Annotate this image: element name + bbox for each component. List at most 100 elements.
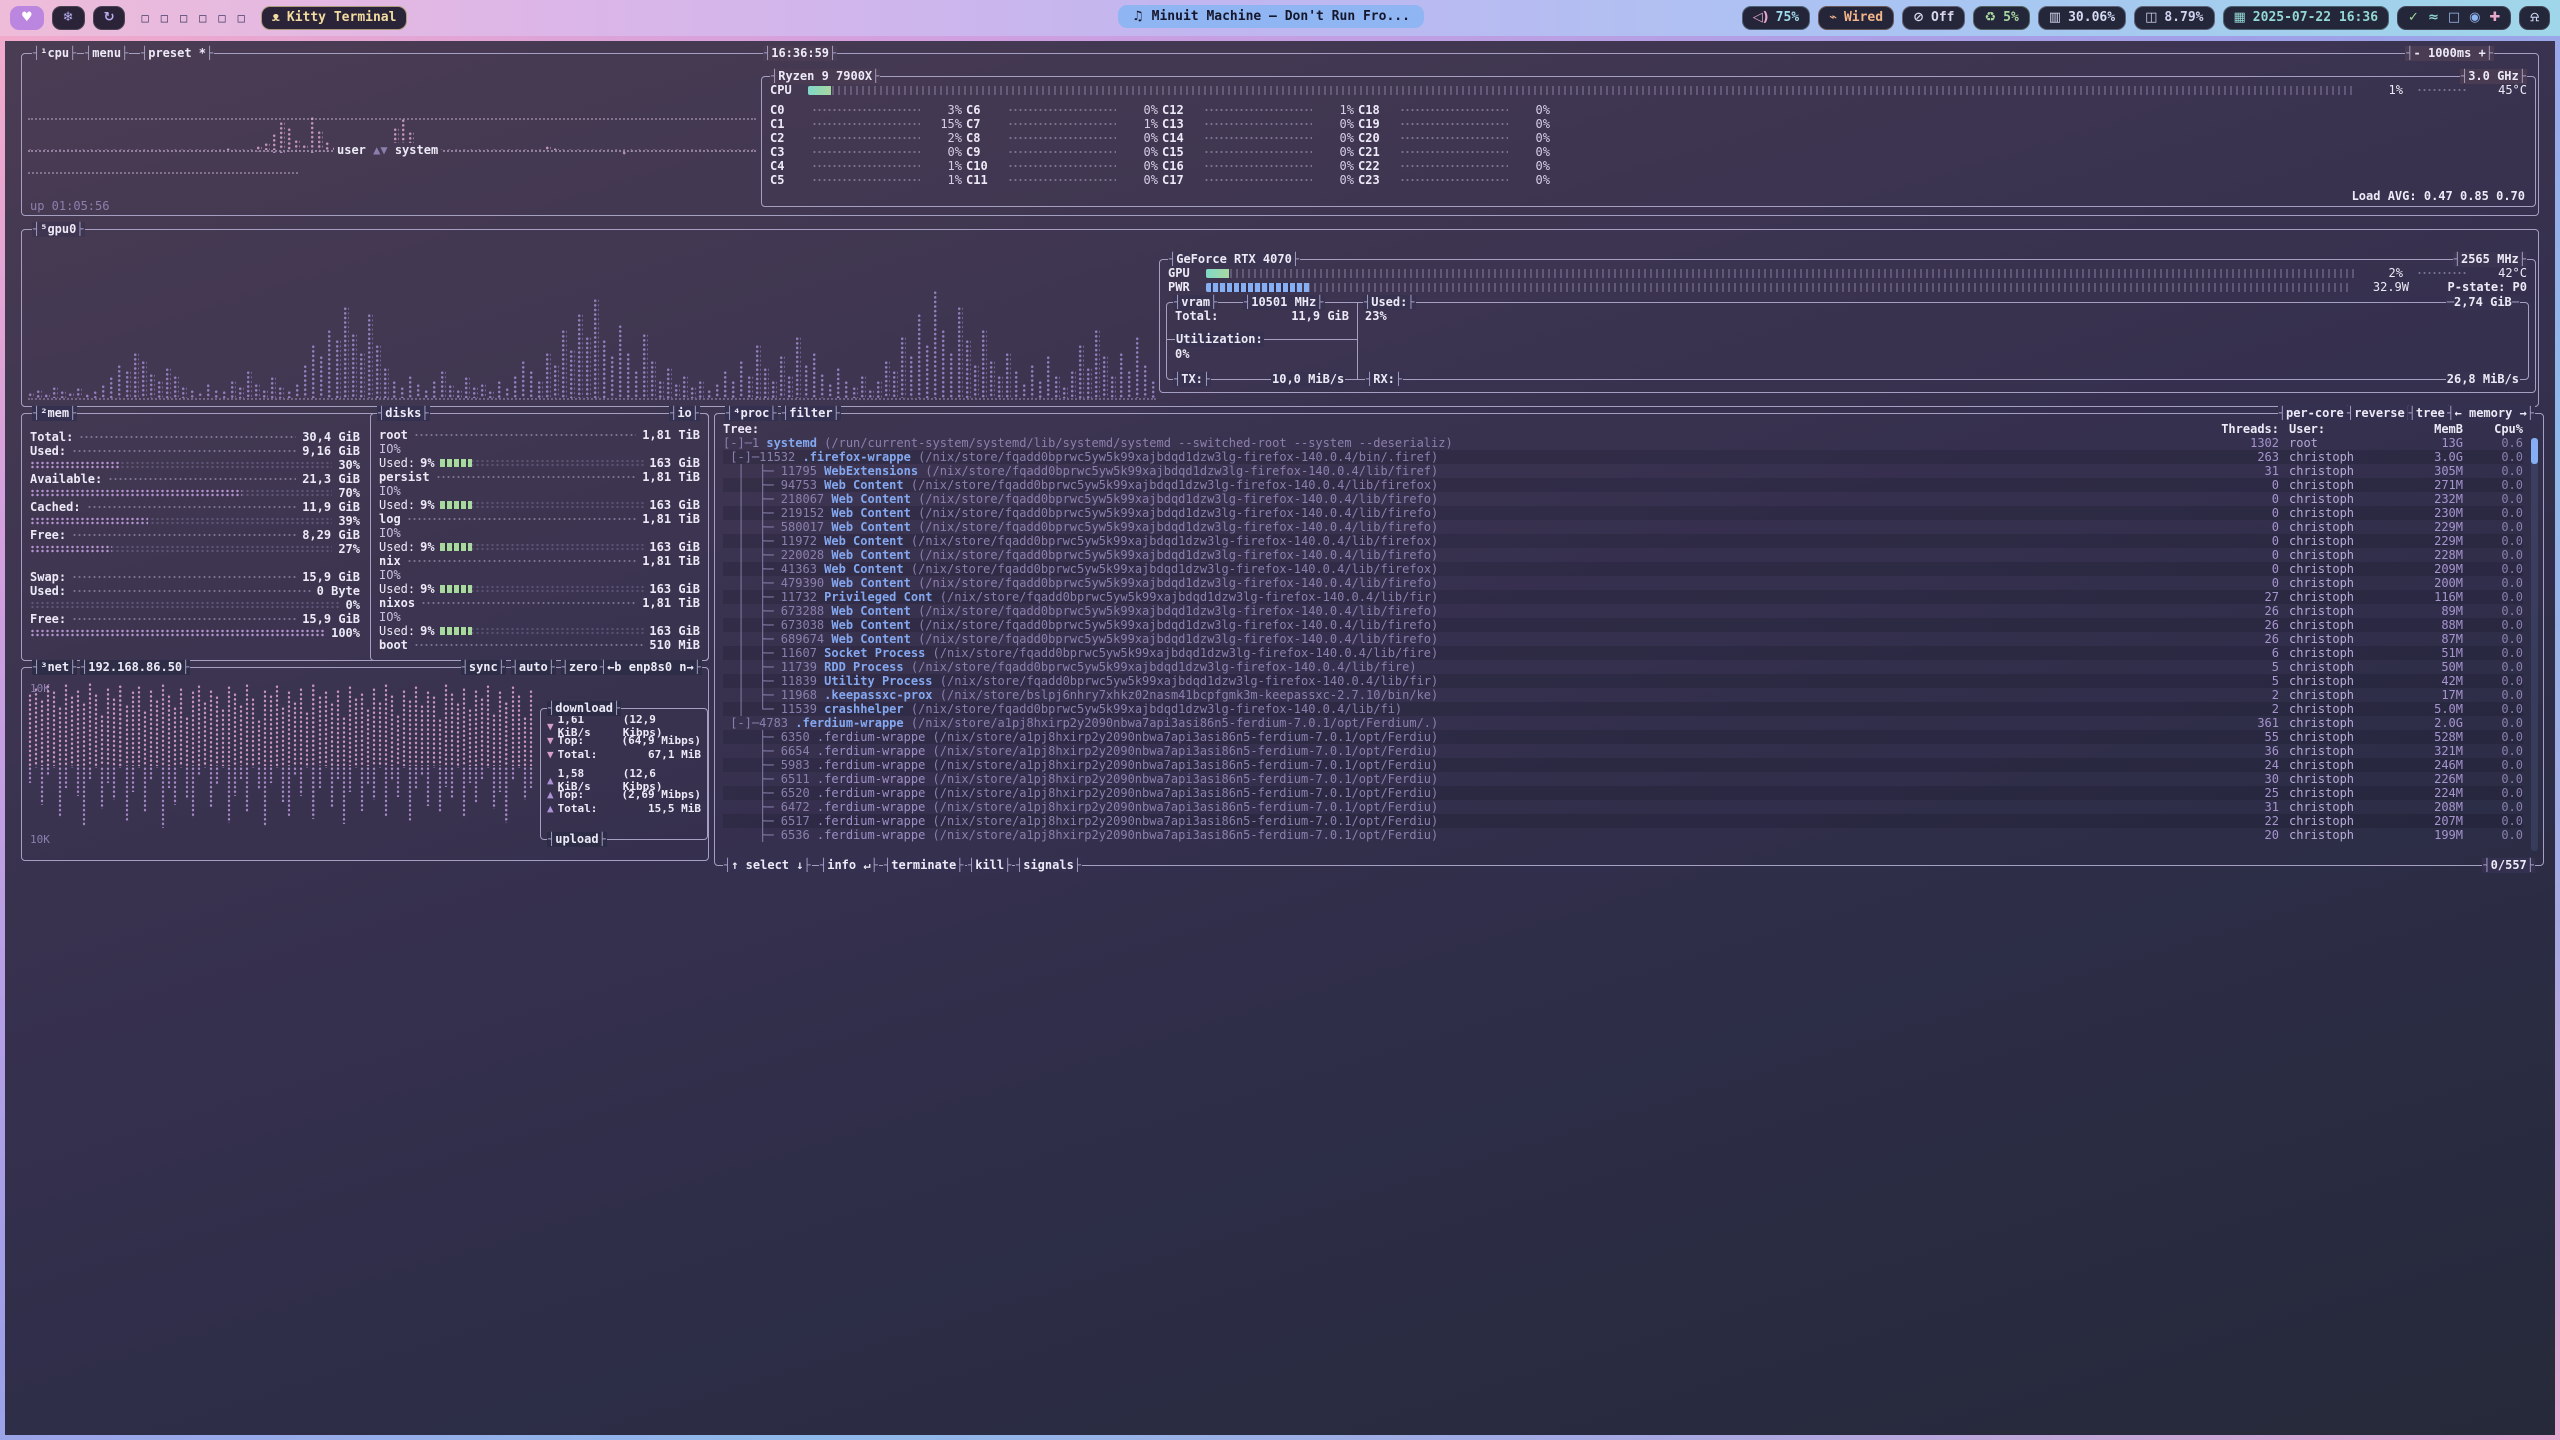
process-row[interactable]: │ ├─ 219152 Web Content (/nix/store/fqad… <box>723 506 2523 520</box>
active-window-button[interactable]: ᴥ Kitty Terminal <box>261 6 408 30</box>
graph-column <box>372 687 376 766</box>
col-memb[interactable]: MemB <box>2395 422 2463 436</box>
workspace-4-button[interactable]: □ <box>199 11 206 25</box>
module-network-wired[interactable]: ⌁Wired <box>1818 6 1894 30</box>
process-row[interactable]: ├─ 6520 .ferdium-wrappe (/nix/store/a1pj… <box>723 786 2523 800</box>
process-row[interactable]: ├─ 6472 .ferdium-wrappe (/nix/store/a1pj… <box>723 800 2523 814</box>
process-row[interactable]: │ ├─ 220028 Web Content (/nix/store/fqad… <box>723 548 2523 562</box>
process-row[interactable]: │ ├─ 11839 Utility Process (/nix/store/f… <box>723 674 2523 688</box>
filter-button[interactable]: ┤filter├ <box>781 406 841 421</box>
col-user[interactable]: User: <box>2289 422 2385 436</box>
graph-column <box>46 766 50 775</box>
process-row[interactable]: │ ├─ 580017 Web Content (/nix/store/fqad… <box>723 520 2523 534</box>
graph-column <box>263 766 267 826</box>
wave-icon[interactable]: ≈ <box>2428 10 2439 26</box>
process-row[interactable]: │ ├─ 41363 Web Content (/nix/store/fqadd… <box>723 562 2523 576</box>
process-row[interactable]: │ ├─ 11739 RDD Process (/nix/store/fqadd… <box>723 660 2523 674</box>
graph-mode-label[interactable]: user ▲▼ system <box>334 143 441 157</box>
workspace-3-button[interactable]: □ <box>180 11 187 25</box>
workspace-5-button[interactable]: □ <box>218 11 225 25</box>
module-disk[interactable]: ◫8.79% <box>2134 6 2214 30</box>
reload-button[interactable]: ↻ <box>93 6 126 30</box>
module-disk-value: 8.79% <box>2164 10 2203 26</box>
net-panel-tab[interactable]: ┤³net├ <box>32 660 77 675</box>
plus-icon[interactable]: ✚ <box>2489 10 2500 26</box>
proc-panel-tab[interactable]: ┤⁴proc├ <box>725 406 778 421</box>
process-row[interactable]: ├─ 6654 .ferdium-wrappe (/nix/store/a1pj… <box>723 744 2523 758</box>
process-row[interactable]: ├─ 6536 .ferdium-wrappe (/nix/store/a1pj… <box>723 828 2523 842</box>
process-row[interactable]: ├─ 5983 .ferdium-wrappe (/nix/store/a1pj… <box>723 758 2523 772</box>
update-rate-control[interactable]: ┤- 1000ms +├ <box>2405 46 2494 61</box>
preset-button[interactable]: ┤preset *├ <box>140 46 214 61</box>
graph-column <box>450 766 454 799</box>
media-player-widget[interactable]: ♫ Minuit Machine – Don't Run Fro... <box>1118 5 1424 28</box>
process-row[interactable]: │ ├─ 11972 Web Content (/nix/store/fqadd… <box>723 534 2523 548</box>
gpu-rx-value: 26,8 MiB/s <box>2446 372 2520 387</box>
sort-column-selector[interactable]: ┤← memory →├ <box>2446 406 2535 421</box>
menu-button[interactable]: ┤menu├ <box>84 46 129 61</box>
process-row[interactable]: ├─ 6517 .ferdium-wrappe (/nix/store/a1pj… <box>723 814 2523 828</box>
process-row[interactable]: [-]─11532 .firefox-wrappe (/nix/store/fq… <box>723 450 2523 464</box>
cpu-panel-tab[interactable]: ┤¹cpu├ <box>32 46 77 61</box>
graph-column <box>209 766 213 807</box>
process-row[interactable]: ├─ 6511 .ferdium-wrappe (/nix/store/a1pj… <box>723 772 2523 786</box>
dot-icon[interactable]: ◉ <box>2469 10 2480 26</box>
process-row[interactable]: │ ├─ 11968 .keepassxc-prox (/nix/store/b… <box>723 688 2523 702</box>
workspace-2-button[interactable]: □ <box>161 11 168 25</box>
module-clock[interactable]: ▦2025-07-22 16:36 <box>2223 6 2390 30</box>
gpu-power-row: PWR 32.9W P-state: P0 <box>1168 280 2527 294</box>
module-eco[interactable]: ♻5% <box>1973 6 2029 30</box>
col-threads[interactable]: Threads: <box>2209 422 2279 436</box>
mem-panel-tab[interactable]: ┤²mem├ <box>32 406 77 421</box>
process-row[interactable]: │ ├─ 673038 Web Content (/nix/store/fqad… <box>723 618 2523 632</box>
mem-stat-row: Free:8,29 GiB <box>30 528 360 542</box>
sort-per-core-toggle[interactable]: ┤per-core├ <box>2278 406 2352 421</box>
process-row[interactable]: │ ├─ 479390 Web Content (/nix/store/fqad… <box>723 576 2523 590</box>
select-keys[interactable]: ┤↑ select ↓├ <box>723 858 812 873</box>
net-interface-switch[interactable]: ┤←b enp8s0 n→├ <box>599 660 702 675</box>
col-cpu[interactable]: Cpu% <box>2473 422 2523 436</box>
signals-button[interactable]: ┤signals├ <box>1015 858 1082 873</box>
process-row[interactable]: │ ├─ 11795 WebExtensions (/nix/store/fqa… <box>723 464 2523 478</box>
process-row[interactable]: │ ├─ 94753 Web Content (/nix/store/fqadd… <box>723 478 2523 492</box>
nix-button[interactable]: ❄ <box>52 6 85 30</box>
process-row[interactable]: │ ├─ 689674 Web Content (/nix/store/fqad… <box>723 632 2523 646</box>
process-row[interactable]: │ ├─ 11607 Socket Process (/nix/store/fq… <box>723 646 2523 660</box>
gpu-rx-label: ┤RX:├ <box>1365 372 1403 387</box>
process-row[interactable]: │ ├─ 673288 Web Content (/nix/store/fqad… <box>723 604 2523 618</box>
module-memory[interactable]: ▥30.06% <box>2038 6 2126 30</box>
workspaces: □ □ □ □ □ □ <box>133 11 252 25</box>
process-row[interactable]: [-]─4783 .ferdium-wrappe (/nix/store/a1p… <box>723 716 2523 730</box>
kill-button[interactable]: ┤kill├ <box>967 858 1012 873</box>
module-toggle-off[interactable]: ⊘Off <box>1902 6 1965 30</box>
graph-column <box>1070 370 1076 398</box>
process-row[interactable]: │ ├─ 11732 Privileged Cont (/nix/store/f… <box>723 590 2523 604</box>
graph-column <box>402 766 406 768</box>
graph-column <box>360 692 364 766</box>
net-sync-toggle[interactable]: ┤sync├ <box>461 660 506 675</box>
terminate-button[interactable]: ┤terminate├ <box>883 858 965 873</box>
launcher-button[interactable]: ♥ <box>10 6 44 30</box>
process-row[interactable]: ├─ 6350 .ferdium-wrappe (/nix/store/a1pj… <box>723 730 2523 744</box>
process-row[interactable]: │ ├─ 218067 Web Content (/nix/store/fqad… <box>723 492 2523 506</box>
gpu-panel-tab[interactable]: ┤⁵gpu0├ <box>32 222 85 237</box>
process-row[interactable]: │ └─ 11539 crashhelper (/nix/store/fqadd… <box>723 702 2523 716</box>
graph-column <box>287 766 291 816</box>
check-icon[interactable]: ✓ <box>2408 10 2419 26</box>
notifications-button[interactable]: ⍾ <box>2519 6 2550 30</box>
process-scrollbar[interactable] <box>2531 438 2538 851</box>
graph-column <box>511 766 515 781</box>
process-row[interactable]: [-]─1 systemd (/run/current-system/syste… <box>723 436 2523 450</box>
module-volume[interactable]: ◁)75% <box>1742 6 1810 30</box>
workspace-6-button[interactable]: □ <box>238 11 245 25</box>
net-auto-toggle[interactable]: ┤auto├ <box>511 660 556 675</box>
col-tree[interactable]: Tree: <box>723 422 2199 436</box>
graph-column <box>125 766 129 822</box>
disks-io-toggle[interactable]: ┤io├ <box>669 406 700 421</box>
mem-meter-row: 0% <box>30 598 360 612</box>
sort-reverse-toggle[interactable]: ┤reverse├ <box>2346 406 2413 421</box>
graph-column <box>715 383 721 398</box>
square-icon[interactable]: □ <box>2448 10 2460 26</box>
workspace-1-button[interactable]: □ <box>141 11 148 25</box>
info-button[interactable]: ┤info ↵├ <box>819 858 879 873</box>
